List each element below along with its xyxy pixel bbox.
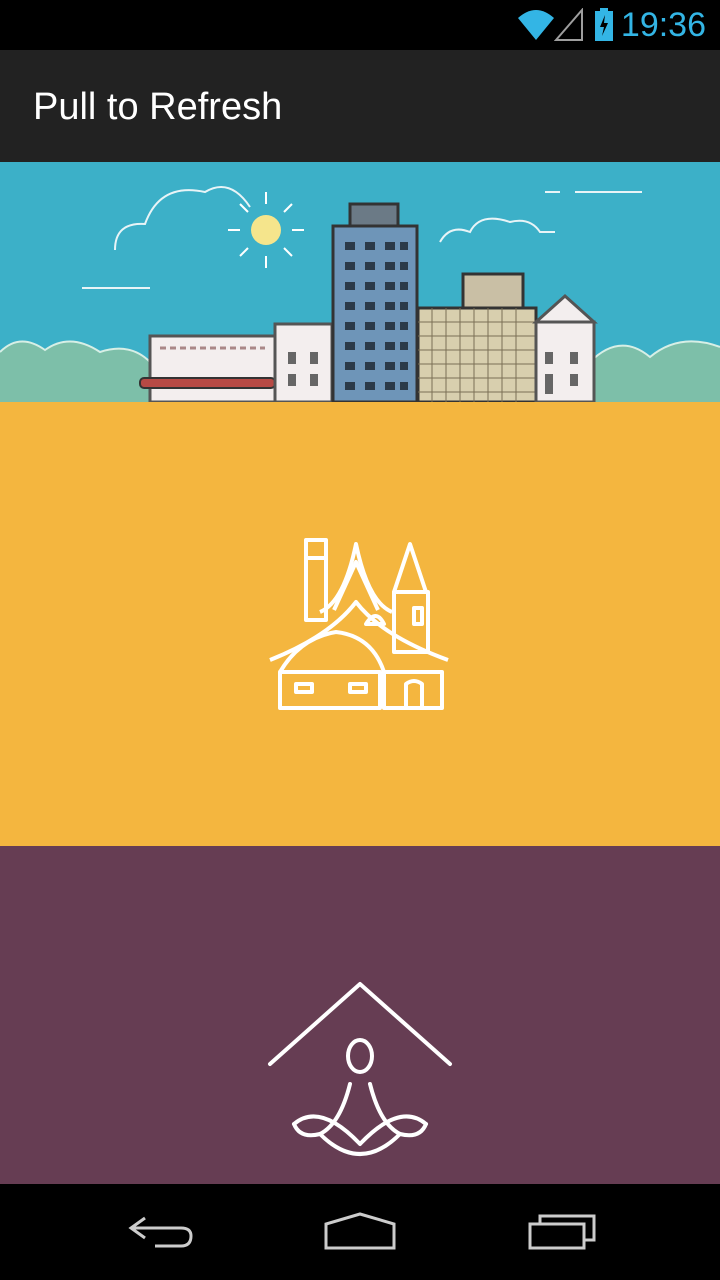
- back-button[interactable]: [100, 1204, 220, 1260]
- page-title: Pull to Refresh: [33, 86, 283, 128]
- list-item-castle[interactable]: [0, 402, 720, 846]
- action-bar: Pull to Refresh: [0, 50, 720, 162]
- wifi-icon: [516, 8, 556, 47]
- city-skyline-illustration: [0, 186, 720, 402]
- navigation-bar: [0, 1184, 720, 1280]
- list-item-meditation[interactable]: [0, 846, 720, 1184]
- recent-apps-button[interactable]: [502, 1204, 622, 1260]
- back-icon: [128, 1216, 193, 1248]
- home-icon: [324, 1212, 396, 1250]
- battery-charging-icon: [594, 8, 614, 47]
- castle-icon: [269, 538, 449, 710]
- cell-signal-icon: [553, 7, 584, 47]
- home-button[interactable]: [300, 1204, 420, 1260]
- meditation-house-icon: [268, 982, 452, 1156]
- refresh-header-illustration: [0, 162, 720, 402]
- sun-icon: [228, 192, 304, 268]
- status-time: 19:36: [620, 6, 706, 44]
- status-bar: 19:36: [0, 0, 720, 50]
- list[interactable]: [0, 402, 720, 1184]
- recent-apps-icon: [528, 1214, 596, 1250]
